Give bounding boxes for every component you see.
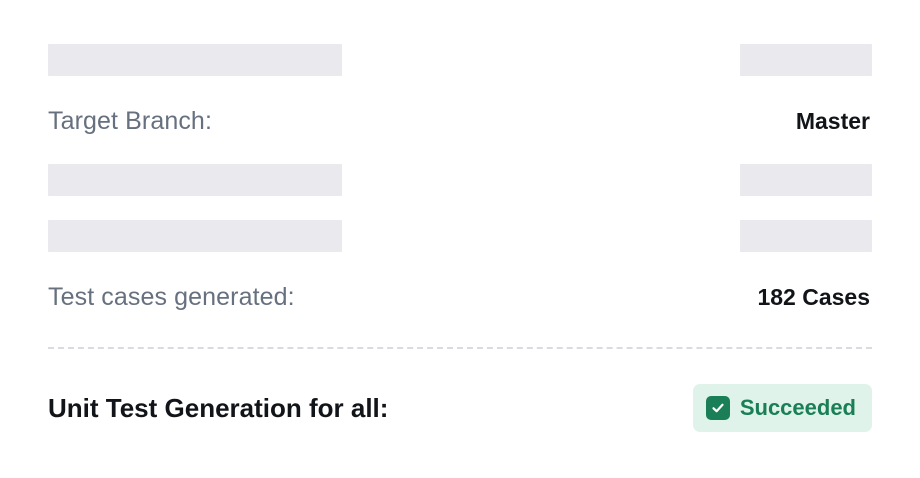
skeleton-placeholder-value bbox=[740, 164, 872, 196]
status-badge: Succeeded bbox=[692, 384, 872, 432]
target-branch-value: Master bbox=[795, 107, 870, 134]
test-cases-row: Test cases generated: 182 Cases bbox=[48, 281, 872, 313]
target-branch-label: Target Branch: bbox=[48, 106, 212, 135]
test-cases-value: 182 Cases bbox=[757, 283, 870, 310]
target-branch-row: Target Branch: Master bbox=[48, 105, 872, 137]
skeleton-placeholder-label bbox=[48, 220, 342, 252]
dashed-divider bbox=[48, 347, 872, 349]
skeleton-row-1 bbox=[48, 44, 872, 76]
skeleton-placeholder-label bbox=[48, 164, 342, 196]
generation-status-row: Unit Test Generation for all: Succeeded bbox=[48, 384, 872, 432]
generation-status-title: Unit Test Generation for all: bbox=[48, 392, 389, 423]
skeleton-placeholder-value bbox=[740, 44, 872, 76]
skeleton-placeholder-label bbox=[48, 44, 342, 76]
skeleton-placeholder-value bbox=[740, 220, 872, 252]
details-panel: Target Branch: Master Test cases generat… bbox=[48, 44, 872, 313]
skeleton-row-2 bbox=[48, 164, 872, 196]
test-cases-label: Test cases generated: bbox=[48, 282, 295, 311]
status-badge-label: Succeeded bbox=[739, 395, 856, 420]
check-icon bbox=[705, 396, 730, 420]
skeleton-row-3 bbox=[48, 220, 872, 252]
